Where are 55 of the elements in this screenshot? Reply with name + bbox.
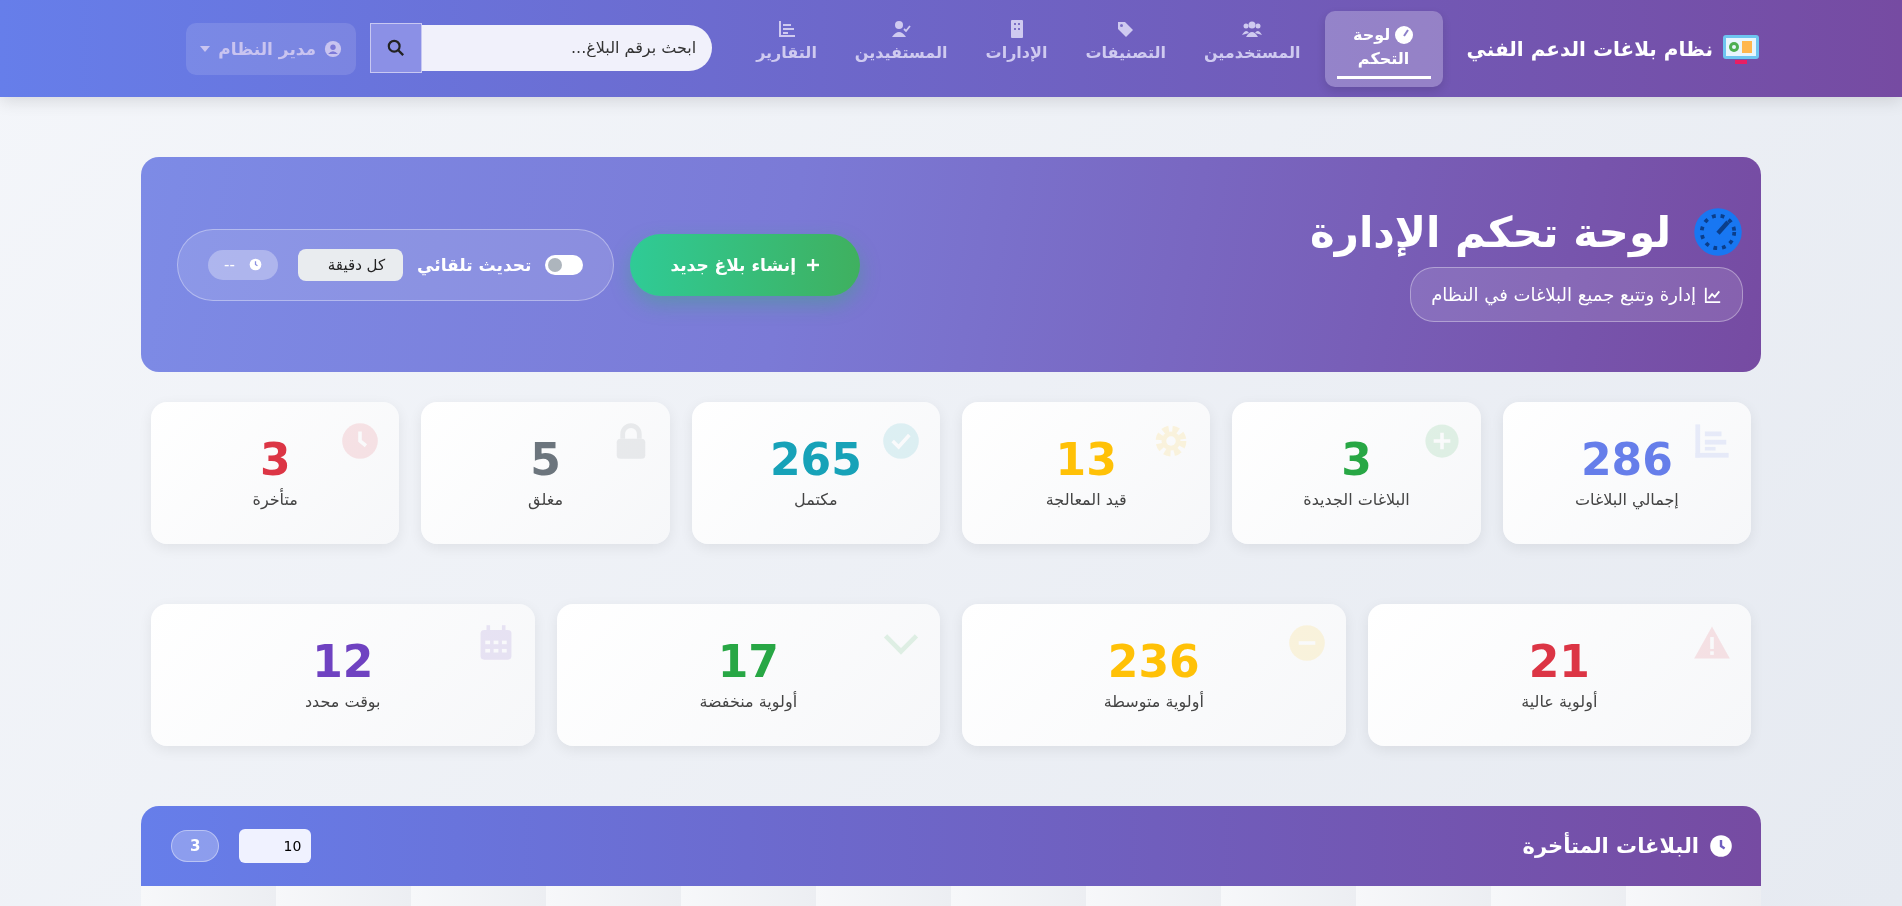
create-report-button[interactable]: إنشاء بلاغ جديد: [630, 233, 860, 296]
plus-icon: [806, 257, 820, 272]
last-update-badge: --: [208, 249, 278, 280]
search-field[interactable]: ابحث برقم البلاغ...: [422, 24, 713, 71]
auto-refresh-toggle[interactable]: [545, 254, 584, 275]
stat-label: مغلق: [528, 489, 563, 509]
clock-icon: [1709, 834, 1733, 858]
nav-link[interactable]: التقارير: [742, 10, 831, 87]
stat-value: 286: [1580, 437, 1673, 482]
panel-title: البلاغات المتأخرة: [1522, 834, 1699, 858]
search-icon: [387, 38, 406, 57]
priority-value: 236: [1107, 639, 1200, 684]
stat-label: قيد المعالجة: [1045, 489, 1127, 509]
app-title: نظام بلاغات الدعم الفني: [1466, 36, 1713, 61]
stat-value: 3: [1341, 437, 1372, 482]
count-badge: 3: [171, 830, 220, 862]
priority-value: 17: [717, 639, 779, 684]
stat-label: مكتمل: [794, 489, 838, 509]
stat-value: 265: [769, 437, 862, 482]
stat-label: البلاغات الجديدة: [1303, 489, 1410, 509]
nav-link[interactable]: الإدارات: [971, 10, 1062, 87]
priority-label: أولوية عالية: [1521, 691, 1598, 711]
line-chart-icon: [1704, 285, 1722, 304]
nav-link[interactable]: التصنيفات: [1071, 10, 1180, 87]
caret-icon: [200, 45, 211, 52]
minus-icon: [1287, 624, 1326, 662]
page-title: لوحة تحكم الإدارة: [1309, 207, 1671, 257]
priority-label: أولوية متوسطة: [1103, 691, 1204, 711]
auto-refresh-label: تحديث تلقائي: [417, 254, 532, 275]
stat-value: 3: [259, 437, 291, 482]
gauge-icon: [1394, 25, 1415, 45]
stat-label: متأخرة: [252, 489, 298, 509]
priority-value: 21: [1528, 639, 1590, 684]
priority-label: بوقت محدد: [304, 691, 381, 711]
plus-icon: [1422, 422, 1461, 460]
stat-value: 5: [530, 437, 561, 482]
page-size-field[interactable]: 10: [239, 829, 312, 863]
user-menu[interactable]: مدير النظام: [186, 22, 357, 75]
priority-value: 12: [312, 639, 374, 684]
chart-icon: [776, 18, 797, 39]
interval-select[interactable]: كل دقيقة: [297, 248, 404, 281]
stat-value: 13: [1055, 437, 1117, 482]
nav-link[interactable]: لوحة التحكم: [1324, 10, 1443, 87]
user-avatar-icon: [324, 39, 343, 58]
search-button[interactable]: [370, 22, 423, 73]
stat-label: إجمالي البلاغات: [1574, 489, 1679, 509]
gauge-icon: [1693, 207, 1743, 257]
clock-icon: [341, 422, 380, 460]
nav-link[interactable]: المستفيدين: [840, 10, 962, 87]
user-check-icon: [891, 18, 912, 39]
check-icon: [882, 422, 920, 460]
clock-icon: [248, 258, 262, 271]
subtitle-pill: إدارة وتتبع جميع البلاغات في النظام: [1410, 267, 1743, 322]
priority-label: أولوية منخفضة: [699, 691, 798, 711]
nav-link[interactable]: المستخدمين: [1189, 10, 1315, 87]
